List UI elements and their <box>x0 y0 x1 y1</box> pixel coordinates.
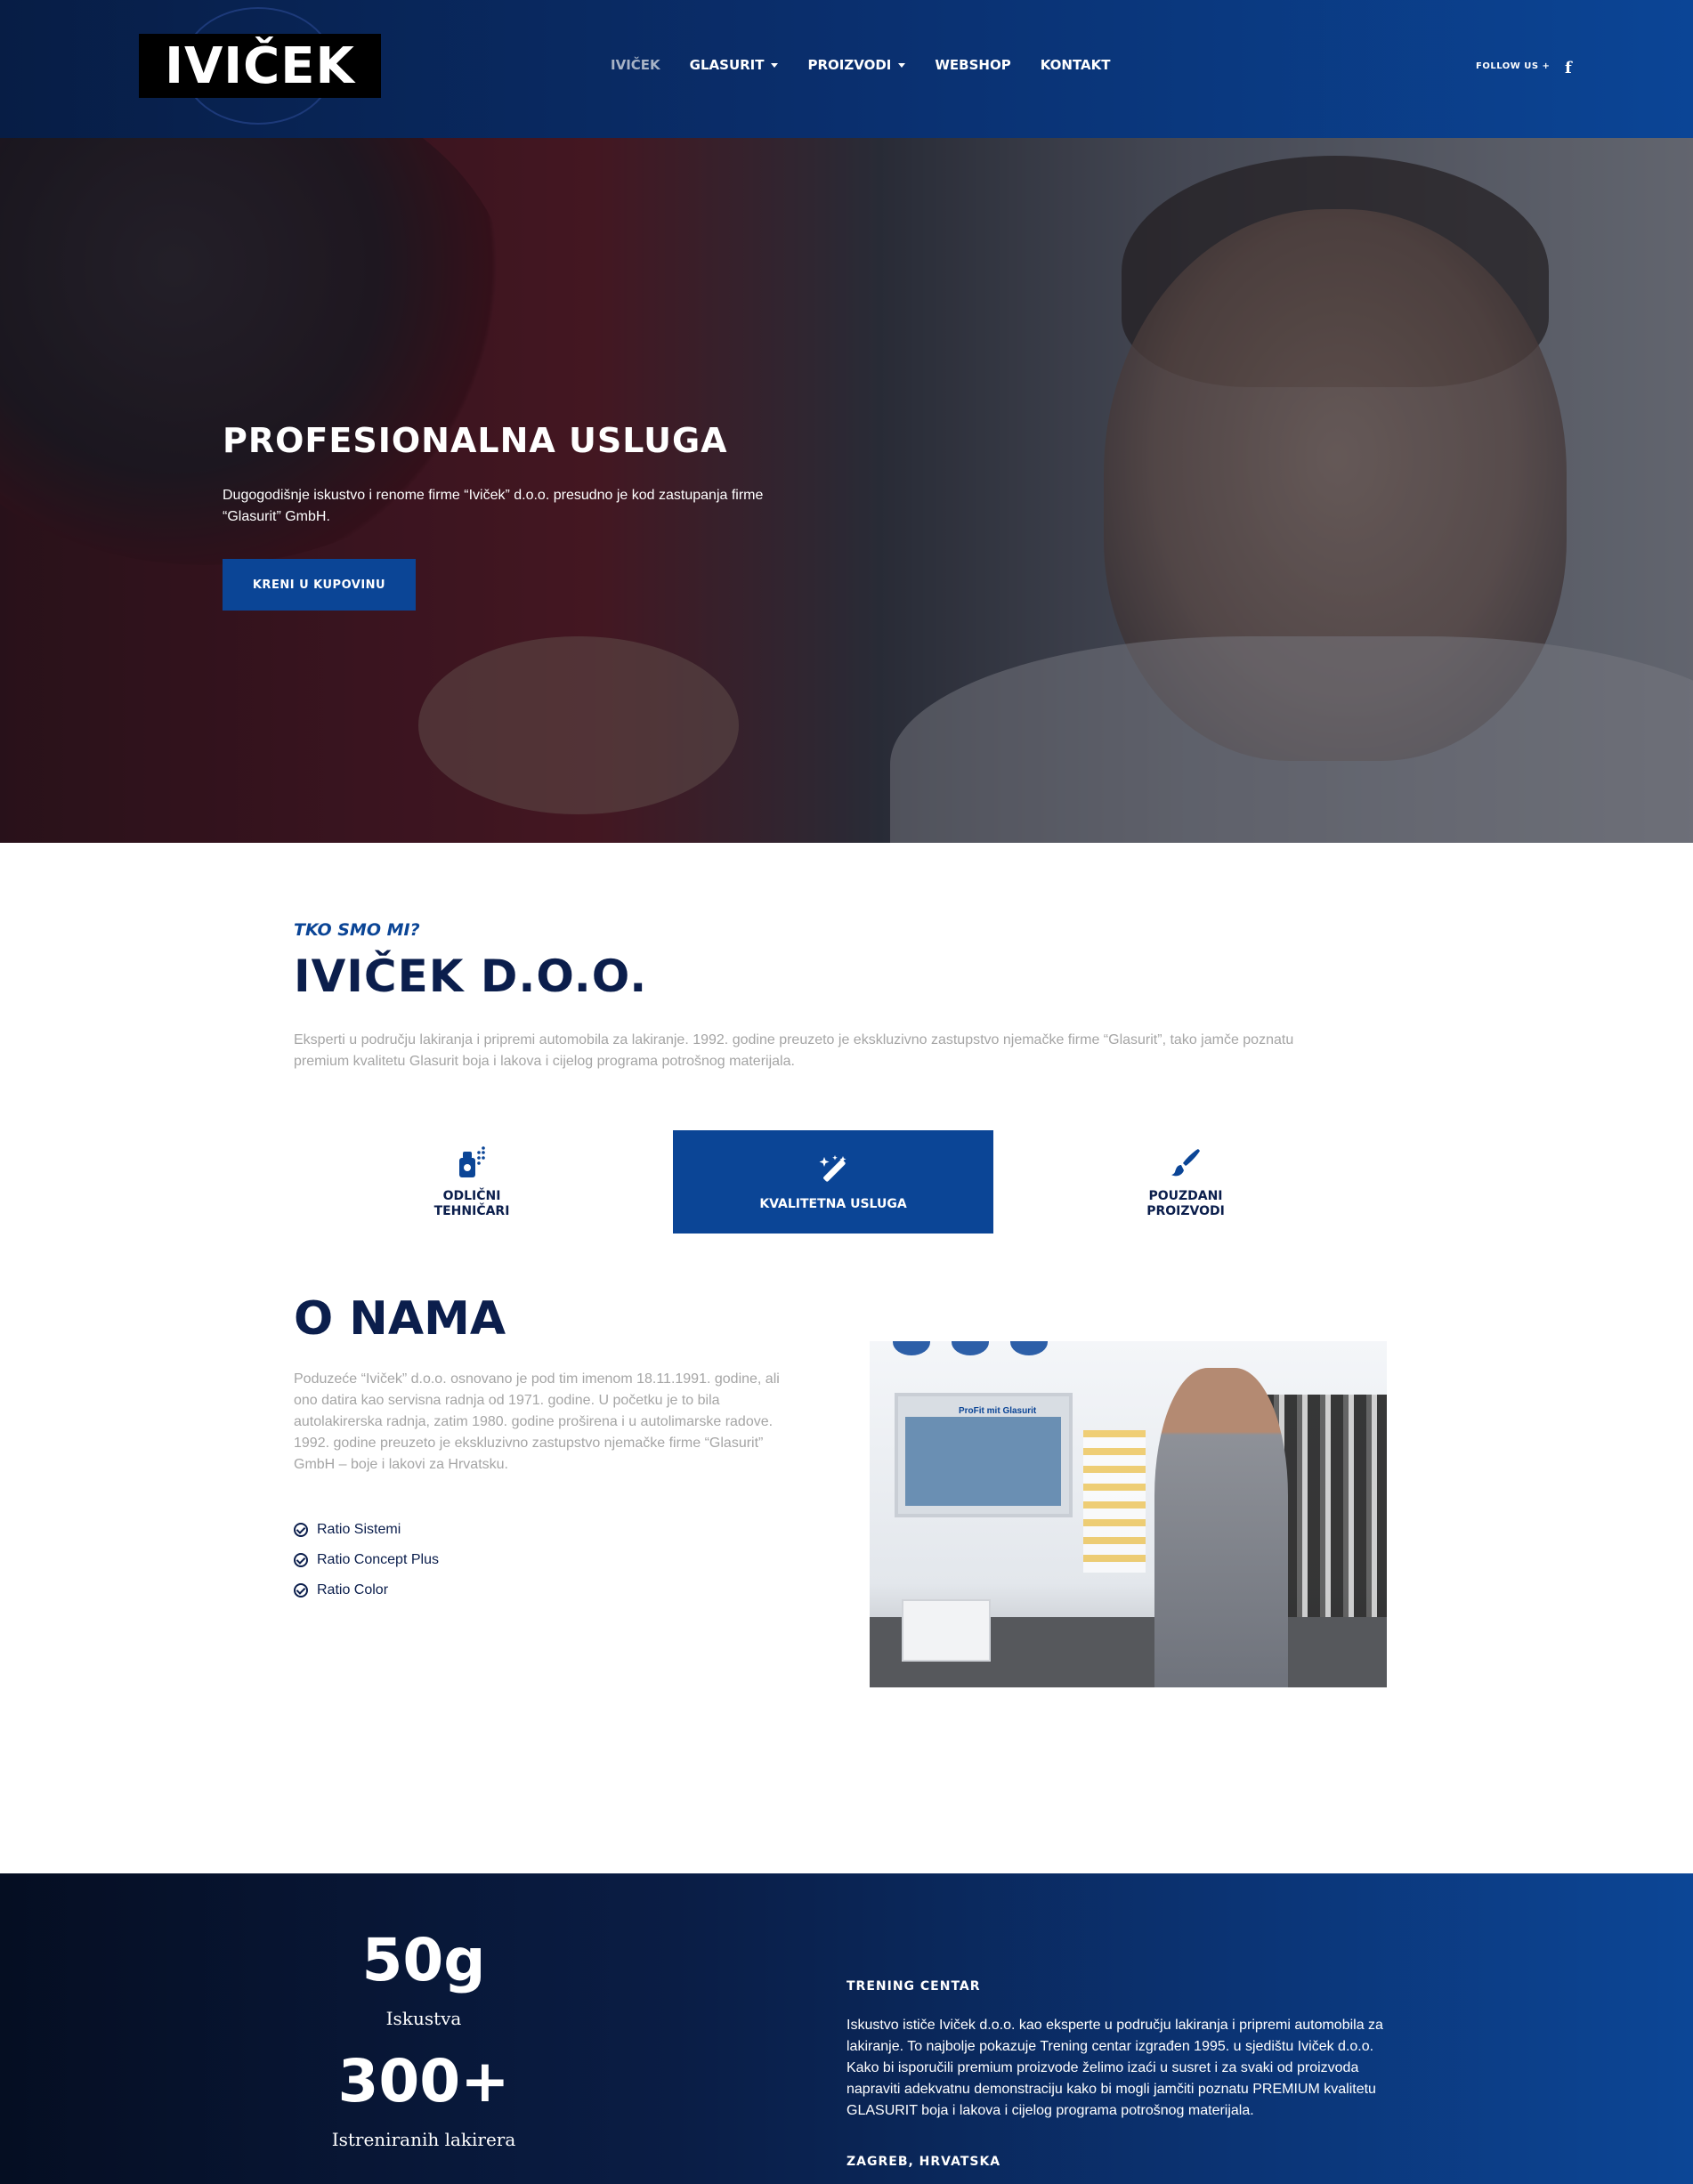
stat-value: 300+ <box>337 2047 510 2115</box>
onama-title: O NAMA <box>294 1292 506 1346</box>
facebook-icon[interactable]: f <box>1565 59 1572 77</box>
hero-text: Dugogodišnje iskustvo i renome firme “Iv… <box>223 488 764 524</box>
nav-item-webshop[interactable]: WEBSHOP <box>935 57 1010 73</box>
list-item: Ratio Sistemi <box>294 1515 439 1545</box>
feature-tab-products[interactable]: POUZDANI PROIZVODI <box>1025 1130 1346 1234</box>
section-eyebrow: TKO SMO MI? <box>294 920 420 940</box>
paint-brush-icon <box>1168 1145 1203 1180</box>
lab-photo: ProFit mit Glasurit <box>870 1341 1387 1687</box>
list-item: Ratio Color <box>294 1575 439 1606</box>
company-title: IVIČEK D.O.O. <box>294 950 648 1002</box>
magic-wand-icon <box>815 1153 851 1188</box>
check-circle-icon <box>294 1583 308 1598</box>
feature-label: ODLIČNI TEHNIČARI <box>433 1189 510 1218</box>
nav-item-proizvodi[interactable]: PROIZVODI <box>807 57 906 73</box>
check-circle-icon <box>294 1523 308 1537</box>
chevron-down-icon <box>771 62 779 68</box>
hero-banner: PROFESIONALNA USLUGA Dugogodišnje iskust… <box>0 138 1693 843</box>
trening-text: Iskustvo ističe Iviček d.o.o. kao eksper… <box>846 2018 1383 2118</box>
feature-label: POUZDANI PROIZVODI <box>1146 1189 1225 1218</box>
chevron-down-icon <box>898 62 906 68</box>
feature-label: KVALITETNA USLUGA <box>759 1196 907 1211</box>
list-item: Ratio Concept Plus <box>294 1545 439 1575</box>
stat-label: Iskustva <box>385 2008 462 2029</box>
photo-screen <box>905 1417 1061 1506</box>
photo-shelf <box>1083 1430 1146 1573</box>
stat-value: 50g <box>361 1926 486 1994</box>
logo-text: IVIČEK <box>165 36 355 95</box>
main-nav: IVIČEK GLASURIT PROIZVODI WEBSHOP KONTAK… <box>611 57 1140 73</box>
photo-monitor-label: ProFit mit Glasurit <box>959 1406 1037 1416</box>
nav-item-ivicek[interactable]: IVIČEK <box>611 57 660 73</box>
hero-title: PROFESIONALNA USLUGA <box>223 421 728 460</box>
logo[interactable]: IVIČEK <box>139 34 381 98</box>
photo-technician <box>1154 1368 1288 1687</box>
photo-machine <box>902 1599 991 1662</box>
photo-safety-signs <box>893 1341 1048 1355</box>
check-circle-icon <box>294 1553 308 1567</box>
spray-can-icon <box>454 1145 490 1180</box>
check-list: Ratio Sistemi Ratio Concept Plus Ratio C… <box>294 1515 439 1606</box>
trening-title: TRENING CENTAR <box>846 1979 981 1994</box>
nav-item-glasurit[interactable]: GLASURIT <box>690 57 779 73</box>
features-tabs: ODLIČNI TEHNIČARI KVALITETNA USLUGA POUZ… <box>312 1130 1344 1234</box>
location-label: ZAGREB, HRVATSKA <box>846 2155 1001 2169</box>
stat-label: Istreniranih lakirera <box>331 2129 516 2150</box>
shop-button[interactable]: KRENI U KUPOVINU <box>223 559 416 611</box>
onama-text: Poduzeće “Iviček” d.o.o. osnovano je pod… <box>294 1371 780 1472</box>
feature-tab-technicians[interactable]: ODLIČNI TEHNIČARI <box>312 1130 632 1234</box>
feature-tab-service[interactable]: KVALITETNA USLUGA <box>673 1130 993 1234</box>
site-header: IVIČEK IVIČEK GLASURIT PROIZVODI WEBSHOP… <box>0 0 1693 138</box>
follow-us-label: FOLLOW US + <box>1476 61 1551 71</box>
about-text: Eksperti u području lakiranja i pripremi… <box>294 1032 1294 1069</box>
nav-item-kontakt[interactable]: KONTAKT <box>1041 57 1111 73</box>
